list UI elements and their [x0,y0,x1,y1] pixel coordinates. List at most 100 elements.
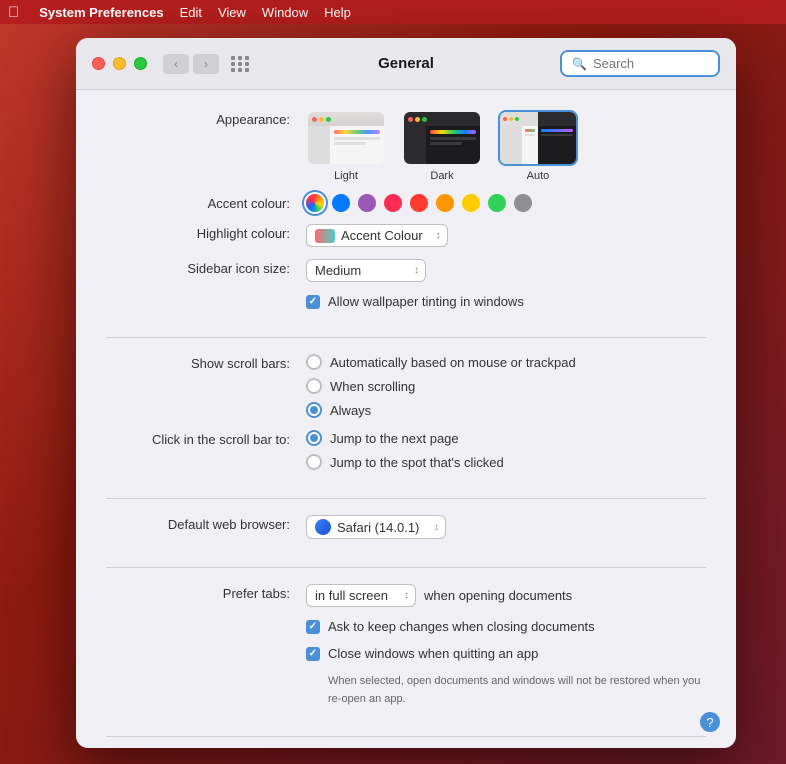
accent-blue[interactable] [332,194,350,212]
sidebar-icon-row: Sidebar icon size: Medium ↕ [106,259,706,282]
scroll-bars-control: Automatically based on mouse or trackpad… [306,354,706,418]
wallpaper-control: ✓ Allow wallpaper tinting in windows [306,294,706,309]
dark-thumb [402,110,482,166]
close-button[interactable] [92,57,105,70]
scroll-auto-radio[interactable] [306,354,322,370]
search-icon: 🔍 [572,57,587,71]
prefer-tabs-dropdown[interactable]: in full screen ↕ [306,584,416,607]
appearance-light[interactable]: Light [306,110,386,182]
highlight-colour-row: Highlight colour: Accent Colour ↕ [106,224,706,247]
checkmark-icon: ✓ [309,296,317,307]
highlight-colour-dropdown[interactable]: Accent Colour ↕ [306,224,448,247]
accent-purple[interactable] [358,194,376,212]
scroll-always-radio[interactable] [306,402,322,418]
nav-buttons: ‹ › [163,54,219,74]
scroll-always-label: Always [330,403,371,418]
auto-thumb [498,110,578,166]
wallpaper-row: ✓ Allow wallpaper tinting in windows [106,294,706,309]
traffic-lights [92,57,147,70]
search-input[interactable] [593,56,708,71]
accent-pink[interactable] [384,194,402,212]
accent-graphite[interactable] [514,194,532,212]
appearance-row: Appearance: [106,110,706,182]
accent-colour-label: Accent colour: [106,194,306,211]
tabs-section: Prefer tabs: in full screen ↕ when openi… [106,584,706,737]
minimize-button[interactable] [113,57,126,70]
prefer-tabs-arrow: ↕ [404,590,409,601]
apple-menu-icon[interactable]:  [8,4,19,21]
accent-colour-control [306,194,706,212]
scroll-auto-row[interactable]: Automatically based on mouse or trackpad [306,354,576,370]
click-next-radio[interactable] [306,430,322,446]
fullscreen-button[interactable] [134,57,147,70]
wallpaper-checkbox[interactable]: ✓ [306,295,320,309]
scroll-bars-radio-group: Automatically based on mouse or trackpad… [306,354,576,418]
accent-yellow[interactable] [462,194,480,212]
accent-orange[interactable] [436,194,454,212]
prefer-tabs-control: in full screen ↕ when opening documents [306,584,706,607]
click-spot-row[interactable]: Jump to the spot that's clicked [306,454,504,470]
dark-header [404,112,480,126]
titlebar: ‹ › General 🔍 [76,38,736,90]
prefer-tabs-suffix: when opening documents [424,588,572,603]
appearance-options: Light [306,110,578,182]
browser-value: Safari (14.0.1) [337,520,419,535]
click-spot-radio[interactable] [306,454,322,470]
wallpaper-checkbox-row[interactable]: ✓ Allow wallpaper tinting in windows [306,294,524,309]
click-scroll-label: Click in the scroll bar to: [106,430,306,447]
appearance-auto[interactable]: Auto [498,110,578,182]
sidebar-icon-label: Sidebar icon size: [106,259,306,276]
scroll-auto-label: Automatically based on mouse or trackpad [330,355,576,370]
click-next-page-row[interactable]: Jump to the next page [306,430,504,446]
help-button[interactable]: ? [700,712,720,732]
scroll-scrolling-radio[interactable] [306,378,322,394]
browser-label: Default web browser: [106,515,306,532]
menubar-edit[interactable]: Edit [180,5,202,20]
sidebar-icon-arrow: ↕ [414,265,419,276]
scroll-always-row[interactable]: Always [306,402,576,418]
close-windows-checkbox[interactable]: ✓ [306,647,320,661]
dark-label: Dark [430,170,453,182]
appearance-dark[interactable]: Dark [402,110,482,182]
back-button[interactable]: ‹ [163,54,189,74]
checkmark-icon-2: ✓ [309,621,317,632]
close-windows-label [106,646,306,648]
wallpaper-label [106,294,306,296]
ask-changes-text: Ask to keep changes when closing documen… [328,619,595,634]
prefer-tabs-value: in full screen [315,588,388,603]
menubar-window[interactable]: Window [262,5,308,20]
menubar-help[interactable]: Help [324,5,351,20]
appearance-label: Appearance: [106,110,306,127]
accent-colour-row: Accent colour: [106,194,706,212]
prefer-tabs-label: Prefer tabs: [106,584,306,601]
window-title: General [378,55,434,72]
close-windows-control: ✓ Close windows when quitting an app Whe… [306,646,706,708]
ask-changes-checkbox[interactable]: ✓ [306,620,320,634]
click-spot-label: Jump to the spot that's clicked [330,455,504,470]
browser-control: Safari (14.0.1) ↕ [306,515,706,539]
sidebar-icon-control: Medium ↕ [306,259,706,282]
prefer-tabs-row: Prefer tabs: in full screen ↕ when openi… [106,584,706,607]
checkmark-icon-3: ✓ [309,648,317,659]
light-thumb [306,110,386,166]
accent-green[interactable] [488,194,506,212]
accent-multicolor[interactable] [306,194,324,212]
accent-red[interactable] [410,194,428,212]
menubar-view[interactable]: View [218,5,246,20]
ask-changes-checkbox-row[interactable]: ✓ Ask to keep changes when closing docum… [306,619,595,634]
scroll-scrolling-row[interactable]: When scrolling [306,378,576,394]
menubar-app-name[interactable]: System Preferences [39,5,163,20]
grid-view-button[interactable] [227,54,253,74]
radio-inner [310,406,318,414]
grid-icon [231,56,250,72]
close-windows-checkbox-row[interactable]: ✓ Close windows when quitting an app [306,646,538,661]
highlight-colour-value: Accent Colour [341,228,423,243]
scroll-bars-section: Show scroll bars: Automatically based on… [106,354,706,499]
browser-dropdown[interactable]: Safari (14.0.1) ↕ [306,515,446,539]
scroll-scrolling-label: When scrolling [330,379,415,394]
search-box[interactable]: 🔍 [560,50,720,77]
ask-changes-row: ✓ Ask to keep changes when closing docum… [106,619,706,634]
close-windows-text: Close windows when quitting an app [328,646,538,661]
sidebar-icon-dropdown[interactable]: Medium ↕ [306,259,426,282]
forward-button[interactable]: › [193,54,219,74]
